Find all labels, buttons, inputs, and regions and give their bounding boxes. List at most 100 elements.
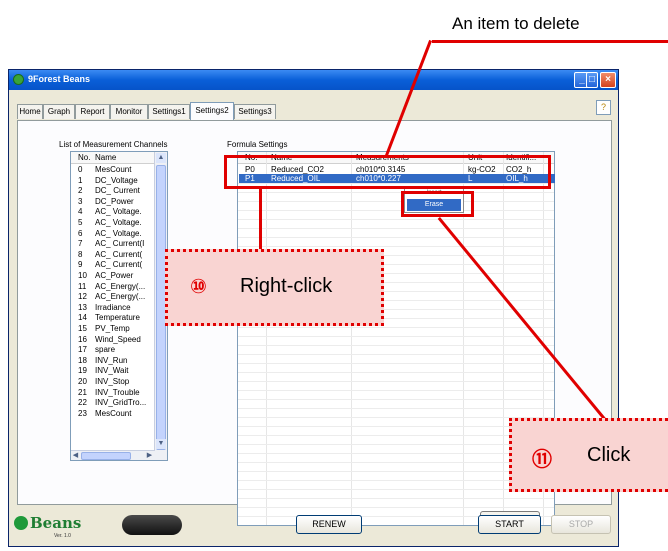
step-10-label: Right-click xyxy=(240,275,333,297)
step-11-number: ⑪ xyxy=(532,447,552,471)
step-11-label: Click xyxy=(587,444,631,466)
tab-settings3[interactable]: Settings3 xyxy=(234,104,276,119)
grid-line xyxy=(238,471,554,472)
logo-word: Beans xyxy=(30,514,82,532)
grid-line xyxy=(238,345,554,346)
maximize-button[interactable]: □ xyxy=(586,72,598,88)
col-name[interactable]: Name xyxy=(95,153,116,162)
tab-settings2[interactable]: Settings2 xyxy=(190,102,234,120)
channel-name: Temperature xyxy=(95,313,140,323)
start-button[interactable]: START xyxy=(478,515,541,534)
channel-name: Wind_Speed xyxy=(95,334,141,344)
channel-row[interactable]: 0 MesCount xyxy=(71,165,155,174)
channel-row[interactable]: 3 DC_Power xyxy=(71,197,155,206)
channel-row[interactable]: 22 INV_GridTro... xyxy=(71,398,155,407)
channel-name: PV_Temp xyxy=(95,324,130,333)
scroll-left-icon[interactable]: ◀ xyxy=(71,452,80,460)
channel-row[interactable]: 17 spare xyxy=(71,345,155,354)
grid-line xyxy=(238,399,554,400)
channel-row[interactable]: 9 AC_ Current( xyxy=(71,260,155,269)
channel-no: 9 xyxy=(78,260,83,270)
grid-line xyxy=(238,390,554,391)
channel-row[interactable]: 1 DC_Voltage xyxy=(71,176,155,185)
channel-row[interactable]: 13 Irradiance xyxy=(71,303,155,312)
grid-line xyxy=(238,363,554,364)
channel-name: AC_ Voltage. xyxy=(95,228,142,238)
grid-line xyxy=(238,489,554,490)
grid-line xyxy=(238,426,554,427)
stop-button[interactable]: STOP xyxy=(551,515,611,534)
channel-no: 20 xyxy=(78,377,87,386)
version-label: Ver. 1.0 xyxy=(54,533,71,539)
channel-row[interactable]: 23 MesCount xyxy=(71,409,155,418)
channel-row[interactable]: 2 DC_ Current xyxy=(71,186,155,195)
scroll-up-icon[interactable]: ▲ xyxy=(156,153,166,163)
channel-name: INV_Run xyxy=(95,355,128,365)
tab-settings1[interactable]: Settings1 xyxy=(148,104,190,119)
channel-no: 19 xyxy=(78,366,87,376)
highlight-rows-box xyxy=(224,155,551,189)
step-10-number: ⑩ xyxy=(190,274,207,298)
help-icon[interactable]: ? xyxy=(596,100,611,115)
channel-row[interactable]: 12 AC_Energy(... xyxy=(71,292,155,301)
renew-button[interactable]: RENEW xyxy=(296,515,362,534)
channel-no: 5 xyxy=(78,218,83,227)
annotation-item-to-delete: An item to delete xyxy=(452,14,580,33)
logo-mark-icon xyxy=(14,516,28,530)
channel-name: DC_Power xyxy=(95,196,134,206)
title-bar: 9Forest Beans _ □ × xyxy=(9,70,618,90)
channel-row[interactable]: 16 Wind_Speed xyxy=(71,335,155,344)
channel-row[interactable]: 5 AC_ Voltage. xyxy=(71,218,155,227)
grid-line xyxy=(238,228,554,229)
channel-no: 17 xyxy=(78,345,87,355)
grid-line xyxy=(238,507,554,508)
channel-name: AC_ Current( xyxy=(95,260,143,270)
col-divider xyxy=(266,152,267,525)
channel-row[interactable]: 8 AC_ Current( xyxy=(71,250,155,259)
channel-list[interactable]: No. Name 0 MesCount 1 DC_Voltage 2 DC_ Curren… xyxy=(70,151,168,461)
channel-name: spare xyxy=(95,345,116,355)
channel-row[interactable]: 7 AC_ Current(I xyxy=(71,239,155,248)
channel-row[interactable]: 10 AC_Power xyxy=(71,271,155,280)
channel-name: INV_Stop xyxy=(95,377,130,386)
channel-row[interactable]: 15 PV_Temp xyxy=(71,324,155,333)
channel-name: AC_ Current( xyxy=(95,249,143,259)
formula-table[interactable]: No. Name Measurements Unit Identifi... P… xyxy=(237,151,555,526)
tab-home[interactable]: Home xyxy=(17,104,43,119)
channel-name: AC_Power xyxy=(95,271,134,280)
channel-name: INV_GridTro... xyxy=(95,398,147,408)
scroll-down-icon[interactable]: ▼ xyxy=(156,439,166,449)
grid-line xyxy=(238,435,554,436)
channel-row[interactable]: 14 Temperature xyxy=(71,313,155,322)
channel-no: 0 xyxy=(78,165,83,174)
channel-no: 14 xyxy=(78,313,87,323)
channel-no: 4 xyxy=(78,207,83,217)
grid-line xyxy=(238,372,554,373)
close-button[interactable]: × xyxy=(600,72,616,88)
channel-row[interactable]: 11 AC_Energy(... xyxy=(71,282,155,291)
channel-no: 13 xyxy=(78,302,87,312)
callout-right-click: ⑩ Right-click xyxy=(165,249,384,326)
app-icon xyxy=(13,74,24,85)
channel-row[interactable]: 4 AC_ Voltage. xyxy=(71,207,155,216)
channel-row[interactable]: 20 INV_Stop xyxy=(71,377,155,386)
grid-line xyxy=(238,237,554,238)
channel-row[interactable]: 6 AC_ Voltage. xyxy=(71,229,155,238)
channel-name: AC_ Voltage. xyxy=(95,207,142,217)
channel-no: 8 xyxy=(78,249,83,259)
tab-report[interactable]: Report xyxy=(75,104,110,119)
hscroll-thumb[interactable] xyxy=(81,452,131,460)
tab-graph[interactable]: Graph xyxy=(43,104,75,119)
channel-hscroll[interactable]: ◀ ▶ xyxy=(71,450,155,460)
channel-name: MesCount xyxy=(95,165,132,174)
channel-no: 22 xyxy=(78,398,87,408)
channel-row[interactable]: 19 INV_Wait xyxy=(71,366,155,375)
tab-monitor[interactable]: Monitor xyxy=(110,104,148,119)
channel-name: Irradiance xyxy=(95,302,131,312)
channel-no: 15 xyxy=(78,324,87,333)
col-no[interactable]: No. xyxy=(78,153,90,162)
formula-title: Formula Settings xyxy=(227,140,288,149)
scroll-right-icon[interactable]: ▶ xyxy=(145,452,154,460)
channel-row[interactable]: 21 INV_Trouble xyxy=(71,388,155,397)
channel-row[interactable]: 18 INV_Run xyxy=(71,356,155,365)
